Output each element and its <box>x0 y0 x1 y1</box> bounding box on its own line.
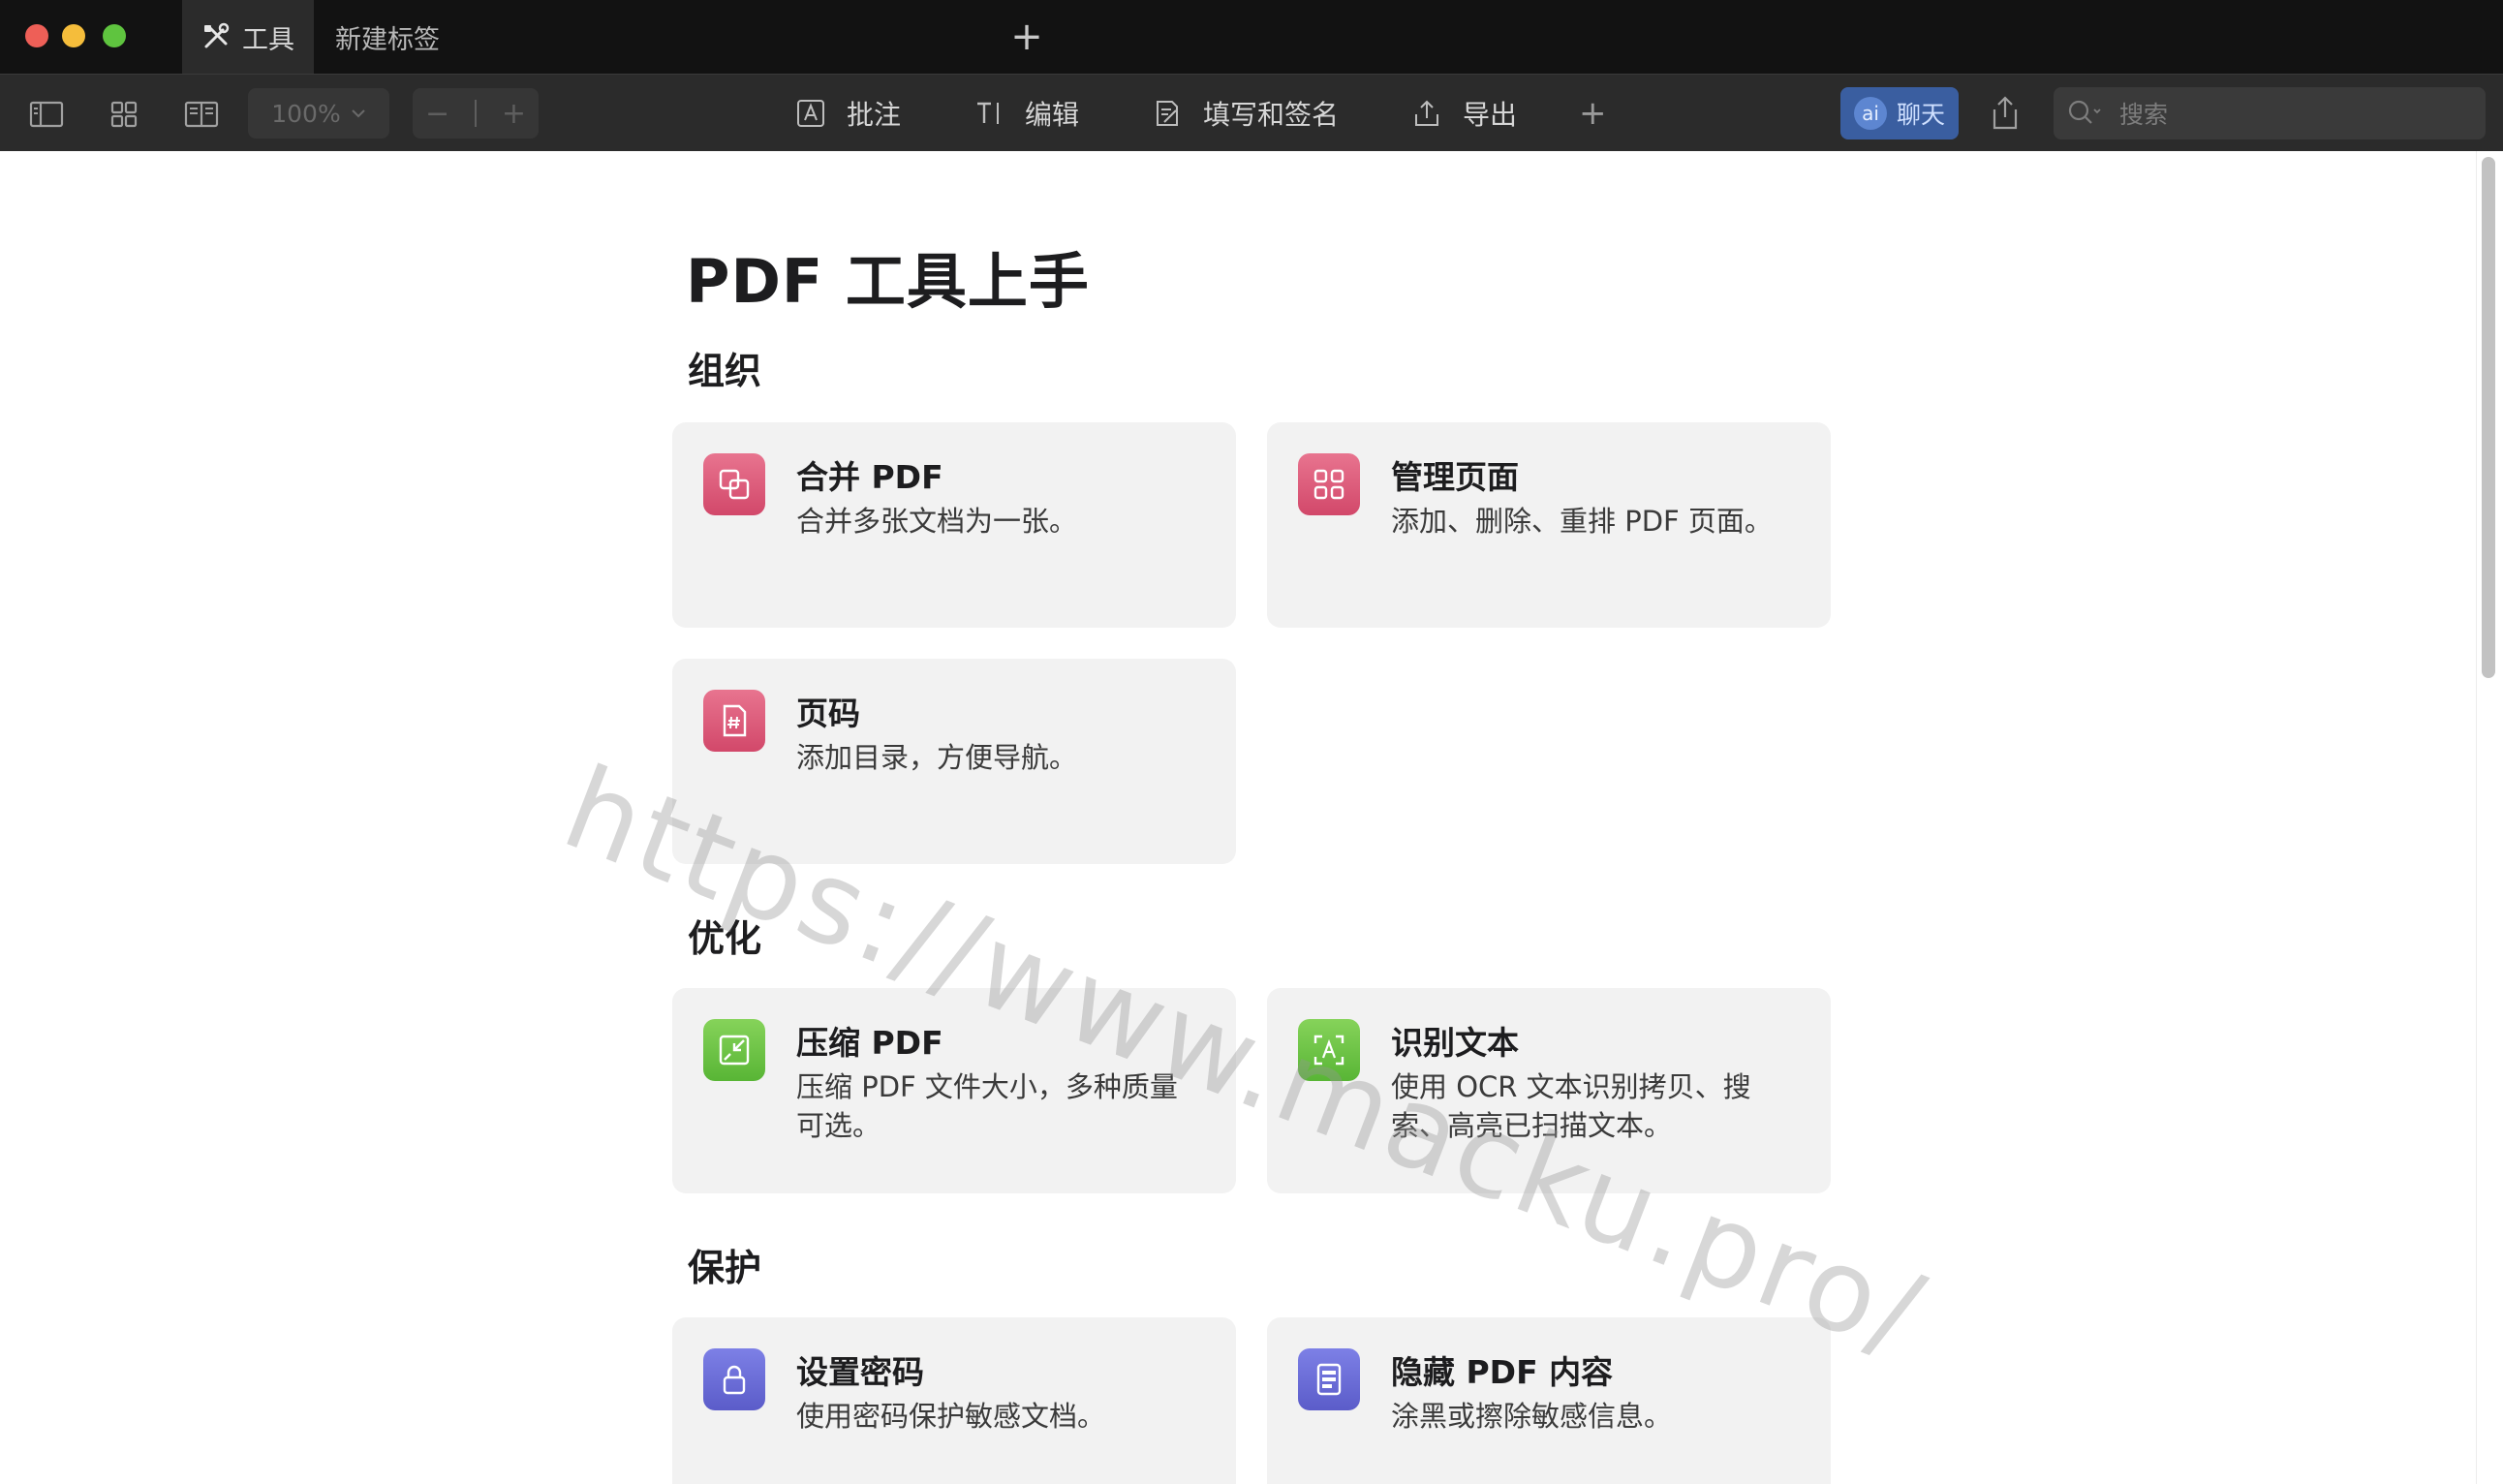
title-bar: 工具 新建标签 + <box>0 0 2503 74</box>
export-icon <box>1415 100 1438 126</box>
card-desc: 添加目录，方便导航。 <box>796 741 1078 774</box>
tools-icon <box>204 22 230 48</box>
compress-icon <box>703 1019 765 1081</box>
ai-chat-button[interactable]: ai 聊天 <box>1840 87 1959 139</box>
merge-icon <box>703 453 765 515</box>
zoom-value: 100% <box>271 99 341 128</box>
card-desc: 合并多张文档为一张。 <box>796 505 1078 538</box>
divider <box>475 100 477 127</box>
card-desc: 添加、删除、重排 PDF 页面。 <box>1391 505 1773 538</box>
tool-label: 编辑 <box>1025 99 1080 131</box>
text-edit-icon <box>977 102 999 124</box>
card-desc: 使用密码保护敏感文档。 <box>796 1400 1106 1433</box>
minimize-window-button[interactable] <box>62 24 85 47</box>
section-title-protect: 保护 <box>688 1247 762 1289</box>
toolbar: 100% − + 批注 编辑 填写和签名 导出 + ai 聊天 搜索 <box>0 74 2503 151</box>
ai-icon: ai <box>1853 97 1887 130</box>
tool-label: 批注 <box>847 99 902 131</box>
card-set-password[interactable]: 设置密码 使用密码保护敏感文档。 <box>672 1317 1236 1484</box>
card-desc: 涂黑或擦除敏感信息。 <box>1391 1400 1673 1433</box>
fill-sign-button[interactable]: 填写和签名 <box>1153 90 1339 137</box>
zoom-select[interactable]: 100% <box>248 88 389 139</box>
tool-label: 导出 <box>1463 99 1518 131</box>
card-manage-pages[interactable]: 管理页面 添加、删除、重排 PDF 页面。 <box>1267 422 1831 628</box>
search-icon <box>2068 100 2101 124</box>
annotate-button[interactable]: 批注 <box>796 90 901 137</box>
fill-sign-icon <box>1157 101 1178 126</box>
scrollbar-thumb[interactable] <box>2482 157 2495 678</box>
tools-home <box>0 151 2503 1484</box>
card-title: 隐藏 PDF 内容 <box>1391 1353 1614 1391</box>
lock-icon <box>703 1348 765 1410</box>
card-title: 页码 <box>796 695 860 732</box>
maximize-window-button[interactable] <box>103 24 126 47</box>
card-merge-pdf[interactable]: 合并 PDF 合并多张文档为一张。 <box>672 422 1236 628</box>
edit-button[interactable]: 编辑 <box>974 90 1079 137</box>
tool-label: 填写和签名 <box>1203 99 1340 131</box>
tab-label: 新建标签 <box>335 24 440 55</box>
zoom-stepper: − + <box>413 88 539 139</box>
share-icon[interactable] <box>1988 94 2023 133</box>
section-title-organize: 组织 <box>688 350 762 392</box>
card-title: 压缩 PDF <box>796 1024 943 1062</box>
search-input[interactable]: 搜索 <box>2054 87 2486 139</box>
reading-mode-icon[interactable] <box>184 97 219 132</box>
zoom-in-button[interactable]: + <box>502 97 526 131</box>
add-tool-button[interactable]: + <box>1579 92 1607 135</box>
redact-icon <box>1298 1348 1360 1410</box>
tab-label: 工具 <box>242 24 294 55</box>
chat-label: 聊天 <box>1896 101 1945 129</box>
chevron-down-icon <box>352 109 365 118</box>
card-title: 设置密码 <box>796 1353 924 1391</box>
tab-new[interactable]: 新建标签 <box>335 0 440 74</box>
card-redact-pdf[interactable]: 隐藏 PDF 内容 涂黑或擦除敏感信息。 <box>1267 1317 1831 1484</box>
search-placeholder: 搜索 <box>2119 101 2169 129</box>
card-title: 合并 PDF <box>796 458 943 496</box>
page-title: PDF 工具上手 <box>686 246 1090 317</box>
page-number-icon <box>703 690 765 752</box>
app-window: 工具 新建标签 + 100% − + 批注 编辑 填写和签名 导出 + ai 聊… <box>0 0 2503 1484</box>
card-title: 管理页面 <box>1391 458 1519 496</box>
thumbnail-grid-icon[interactable] <box>107 97 141 132</box>
zoom-out-button[interactable]: − <box>425 97 449 131</box>
grid-pages-icon <box>1298 453 1360 515</box>
sidebar-toggle-icon[interactable] <box>29 97 64 132</box>
annotate-icon <box>797 100 824 127</box>
close-window-button[interactable] <box>25 24 48 47</box>
export-button[interactable]: 导出 <box>1412 90 1517 137</box>
tab-tools[interactable]: 工具 <box>182 0 314 74</box>
add-tab-button[interactable]: + <box>1009 17 1044 56</box>
